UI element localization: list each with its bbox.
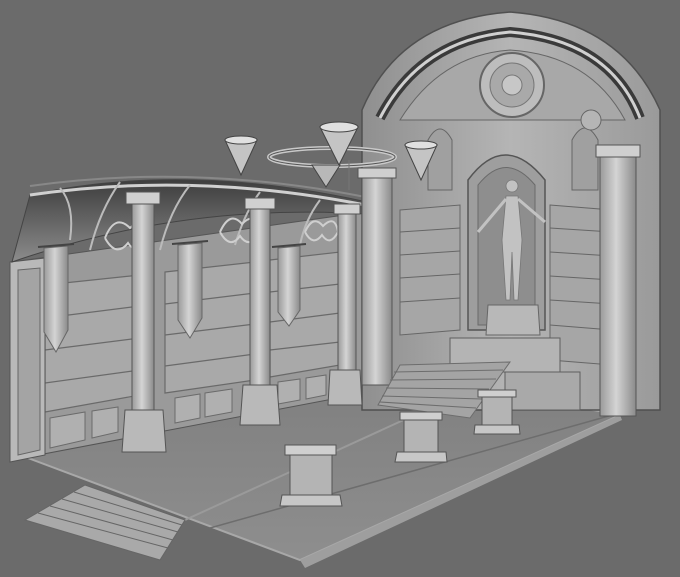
banner-middle: [177, 242, 203, 339]
gothic-window-left: [427, 128, 453, 191]
banner-right: [277, 245, 301, 327]
banner-left: [43, 245, 69, 354]
statue-pedestal: [485, 304, 541, 336]
scene-render: [9, 11, 661, 568]
gothic-window-right: [571, 127, 599, 191]
rose-window-ornament: [479, 52, 545, 118]
statue-niche: [467, 154, 546, 336]
